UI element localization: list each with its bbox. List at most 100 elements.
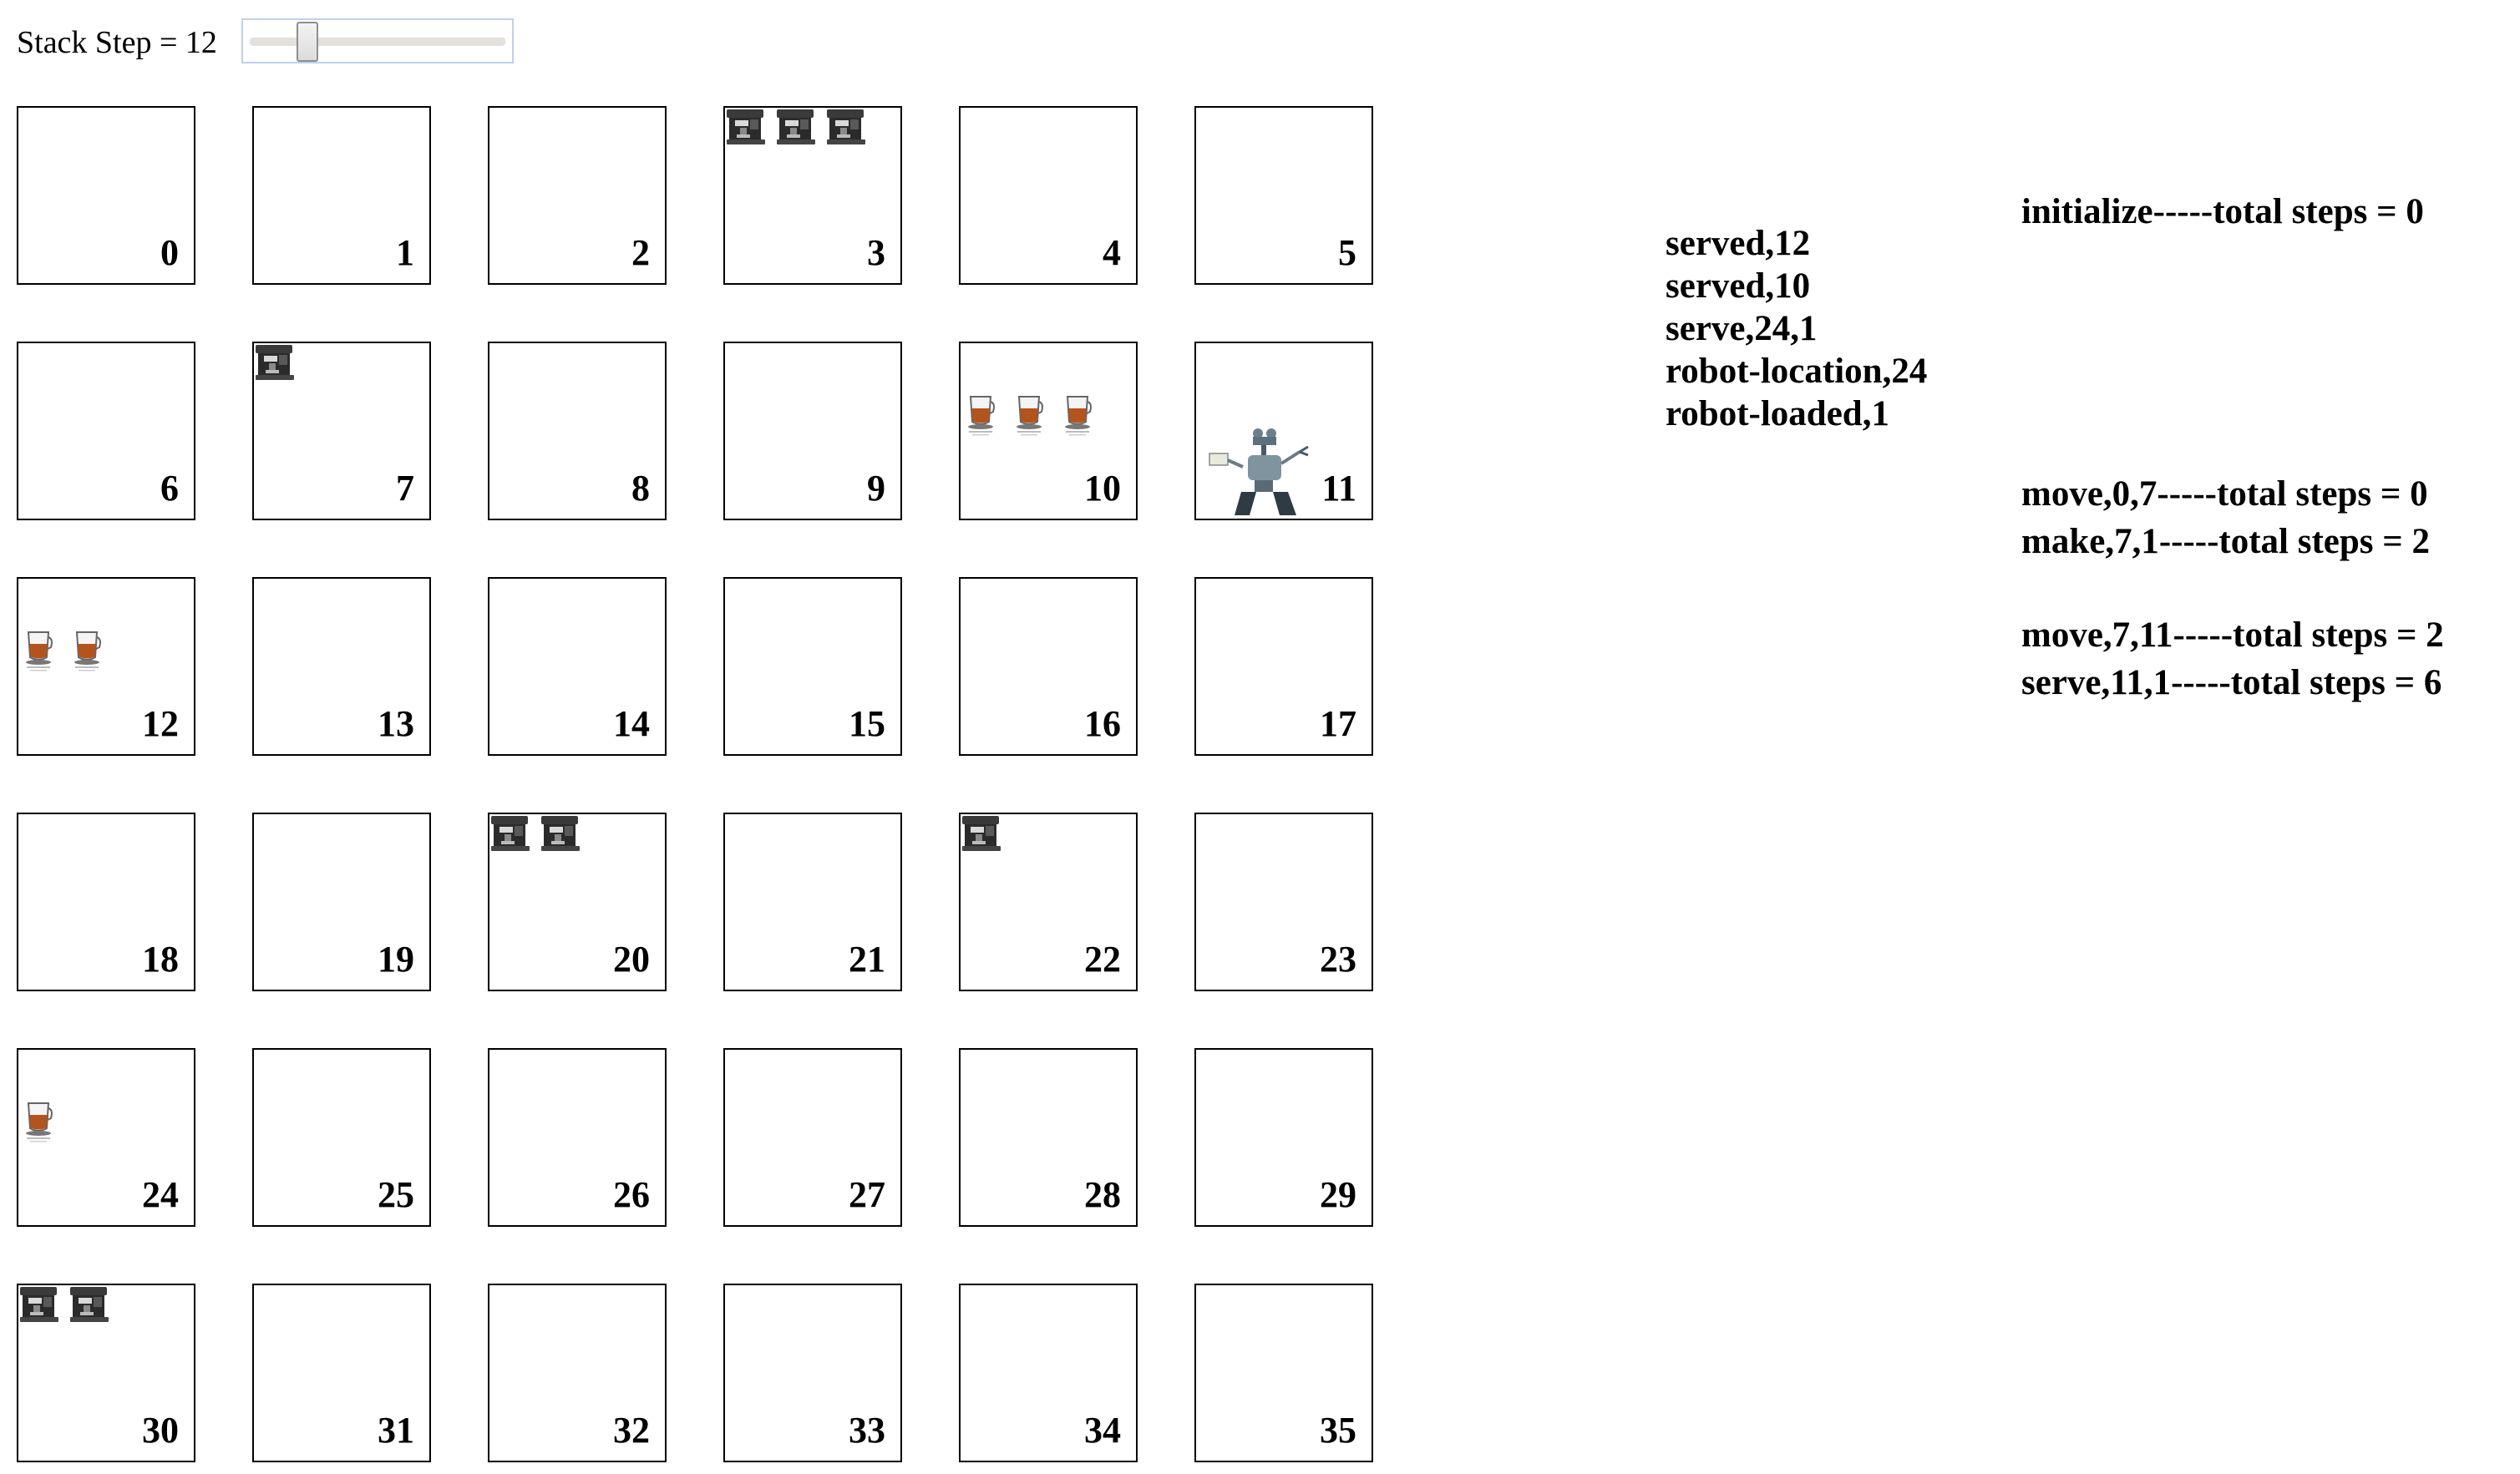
cell-items <box>23 629 102 676</box>
cell-items <box>23 1100 53 1147</box>
cell-number: 15 <box>849 703 885 744</box>
cell-number: 21 <box>849 939 885 980</box>
cell-number: 0 <box>160 232 179 273</box>
cell-number: 9 <box>867 468 885 509</box>
step-label: Stack Step = 12 <box>17 25 217 60</box>
cell-number: 19 <box>378 939 414 980</box>
coffee-cup-icon <box>23 1100 53 1147</box>
room-cell: 21 <box>723 813 902 991</box>
cell-items <box>18 1285 110 1328</box>
room-cell: 18 <box>17 813 195 991</box>
room-cell: 1 <box>252 106 431 285</box>
room-cell: 30 <box>17 1284 195 1462</box>
room-cell: 2 <box>488 106 667 285</box>
cell-number: 26 <box>613 1174 650 1215</box>
coffee-cup-icon <box>1014 393 1044 441</box>
room-cell: 28 <box>959 1048 1138 1227</box>
state-line: served,10 <box>1666 266 1811 306</box>
cell-number: 12 <box>142 703 179 744</box>
room-cell: 7 <box>252 342 431 520</box>
coffee-cup-icon <box>72 629 102 676</box>
room-cell: 19 <box>252 813 431 991</box>
log-line: move,7,11-----total steps = 2 <box>2021 615 2444 655</box>
room-cell: 13 <box>252 577 431 756</box>
cell-number: 17 <box>1320 703 1356 744</box>
cell-number: 2 <box>631 232 650 273</box>
room-cell: 8 <box>488 342 667 520</box>
room-cell: 24 <box>17 1048 195 1227</box>
room-cell: 3 <box>723 106 902 285</box>
room-cell: 34 <box>959 1284 1138 1462</box>
room-cell: 23 <box>1194 813 1373 991</box>
cell-number: 1 <box>396 232 414 273</box>
room-cell: 33 <box>723 1284 902 1462</box>
coffee-cup-icon <box>1062 393 1093 441</box>
cell-number: 35 <box>1320 1410 1356 1451</box>
room-cell: 22 <box>959 813 1138 991</box>
room-cell: 11 <box>1194 342 1373 520</box>
cell-number: 16 <box>1084 703 1121 744</box>
state-stack: served,12 served,10 serve,24,1 robot-locati… <box>1666 222 1927 435</box>
state-line: robot-loaded,1 <box>1666 394 1889 433</box>
cell-number: 6 <box>160 468 179 509</box>
cell-number: 23 <box>1320 939 1356 980</box>
coffee-machine-icon <box>961 814 1002 857</box>
coffee-machine-icon <box>540 814 581 857</box>
room-cell: 14 <box>488 577 667 756</box>
cell-number: 31 <box>378 1410 414 1451</box>
slider-thumb[interactable] <box>297 22 318 62</box>
room-cell: 4 <box>959 106 1138 285</box>
room-cell: 17 <box>1194 577 1373 756</box>
cell-number: 8 <box>631 468 650 509</box>
room-grid: 0 1 2 3 4 5 6 7 8 9 10 11 12 13 14 15 16 17 18 19 20 21 22 23 24… <box>17 106 1374 1463</box>
cell-number: 28 <box>1084 1174 1121 1215</box>
cell-number: 25 <box>378 1174 414 1215</box>
slider-track[interactable] <box>250 38 505 46</box>
room-cell: 9 <box>723 342 902 520</box>
room-cell: 16 <box>959 577 1138 756</box>
cell-number: 18 <box>142 939 179 980</box>
coffee-machine-icon <box>254 343 296 386</box>
state-line: served,12 <box>1666 224 1811 263</box>
room-cell: 20 <box>488 813 667 991</box>
coffee-machine-icon <box>68 1285 110 1328</box>
cell-number: 10 <box>1084 468 1121 509</box>
cell-number: 29 <box>1320 1174 1356 1215</box>
cell-number: 32 <box>613 1410 650 1451</box>
step-control: Stack Step = 12 <box>17 17 217 68</box>
cell-number: 3 <box>867 232 885 273</box>
room-cell: 26 <box>488 1048 667 1227</box>
coffee-machine-icon <box>18 1285 60 1328</box>
cell-number: 11 <box>1321 468 1356 509</box>
room-cell: 0 <box>17 106 195 285</box>
cell-number: 30 <box>142 1410 179 1451</box>
state-line: serve,24,1 <box>1666 309 1818 348</box>
cell-number: 5 <box>1338 232 1356 273</box>
cell-number: 7 <box>396 468 414 509</box>
coffee-cup-icon <box>966 393 996 441</box>
coffee-machine-icon <box>825 108 867 150</box>
cell-number: 20 <box>613 939 650 980</box>
coffee-machine-icon <box>725 108 767 150</box>
room-cell: 10 <box>959 342 1138 520</box>
cell-number: 14 <box>613 703 650 744</box>
log-line: make,7,1-----total steps = 2 <box>2021 522 2431 561</box>
log-line: serve,11,1-----total steps = 6 <box>2021 663 2442 702</box>
room-cell: 25 <box>252 1048 431 1227</box>
room-cell: 27 <box>723 1048 902 1227</box>
cell-items <box>966 393 1093 441</box>
room-cell: 5 <box>1194 106 1373 285</box>
cell-number: 13 <box>378 703 414 744</box>
cell-items <box>254 343 296 386</box>
cell-items <box>725 108 867 150</box>
robot-icon <box>1199 427 1325 519</box>
step-slider[interactable] <box>241 18 514 63</box>
coffee-cup-icon <box>23 629 53 676</box>
room-cell: 15 <box>723 577 902 756</box>
cell-number: 33 <box>849 1410 885 1451</box>
cell-number: 27 <box>849 1174 885 1215</box>
cell-items <box>489 814 581 857</box>
room-cell: 12 <box>17 577 195 756</box>
cell-number: 24 <box>142 1174 179 1215</box>
room-cell: 31 <box>252 1284 431 1462</box>
